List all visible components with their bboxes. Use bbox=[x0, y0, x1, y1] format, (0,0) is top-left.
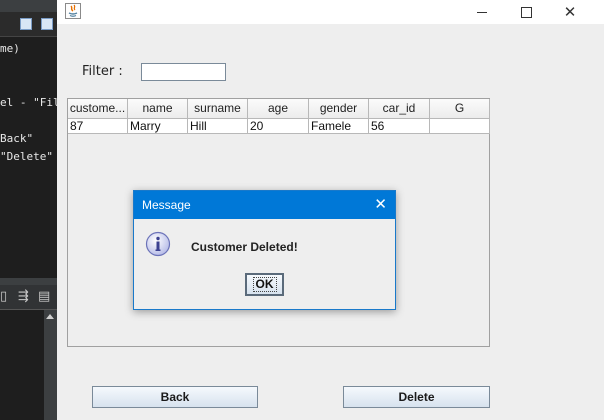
table-cell[interactable]: 20 bbox=[248, 119, 309, 134]
minimize-icon bbox=[477, 11, 487, 13]
column-header[interactable]: custome... bbox=[68, 99, 128, 119]
table-cell[interactable]: 87 bbox=[68, 119, 128, 134]
column-header[interactable]: surname bbox=[188, 99, 248, 119]
code-line: me) bbox=[0, 42, 20, 55]
close-icon: ✕ bbox=[563, 3, 577, 21]
panel-icon[interactable]: ▯ bbox=[0, 289, 7, 305]
title-bar[interactable]: ✕ bbox=[57, 0, 604, 24]
close-button[interactable]: ✕ bbox=[548, 0, 592, 24]
screen: me) el - "Filter : Back" "Delete" ▯ ⇶ ▤ … bbox=[0, 0, 604, 420]
view-icon[interactable]: ▤ bbox=[38, 289, 50, 305]
minimize-button[interactable] bbox=[460, 0, 504, 24]
java-icon bbox=[65, 3, 81, 19]
step-icon[interactable]: ⇶ bbox=[18, 289, 29, 305]
info-icon bbox=[145, 231, 171, 257]
message-dialog: Message ✕ Customer Deleted! OK bbox=[133, 190, 396, 310]
code-line: Back" bbox=[0, 132, 34, 145]
column-header[interactable]: age bbox=[248, 99, 309, 119]
table-cell[interactable]: Hill bbox=[188, 119, 248, 134]
scroll-up-icon[interactable] bbox=[46, 314, 54, 319]
table-cell[interactable]: 56 bbox=[369, 119, 430, 134]
delete-button[interactable]: Delete bbox=[343, 386, 490, 408]
table-cell[interactable]: Famele bbox=[309, 119, 369, 134]
ide-bottom-toolbar: ▯ ⇶ ▤ bbox=[0, 285, 57, 310]
code-line: "Delete" bbox=[0, 150, 53, 163]
dialog-title-bar[interactable]: Message ✕ bbox=[134, 191, 395, 219]
ide-menubar bbox=[0, 0, 57, 12]
code-line: el - "Filter : bbox=[0, 96, 57, 109]
column-header[interactable]: name bbox=[128, 99, 188, 119]
table-cell[interactable] bbox=[430, 119, 490, 134]
collapse-icon[interactable] bbox=[41, 18, 53, 30]
ok-button[interactable]: OK bbox=[245, 273, 284, 296]
ide-background: me) el - "Filter : Back" "Delete" ▯ ⇶ ▤ bbox=[0, 0, 57, 420]
filter-input[interactable] bbox=[141, 63, 226, 81]
column-header[interactable]: car_id bbox=[369, 99, 430, 119]
maximize-icon bbox=[520, 6, 532, 18]
dialog-title: Message bbox=[142, 198, 191, 212]
back-button[interactable]: Back bbox=[92, 386, 258, 408]
dialog-message: Customer Deleted! bbox=[191, 240, 298, 254]
maximize-button[interactable] bbox=[504, 0, 548, 24]
table-header: custome... name surname age gender car_i… bbox=[68, 99, 490, 119]
ide-toolbar bbox=[0, 12, 57, 37]
column-header[interactable]: gender bbox=[309, 99, 369, 119]
ide-splitter[interactable] bbox=[0, 278, 57, 285]
dialog-close-icon[interactable]: ✕ bbox=[374, 195, 387, 213]
table-row[interactable]: 87 Marry Hill 20 Famele 56 bbox=[68, 119, 490, 134]
filter-label: Filter : bbox=[82, 64, 123, 79]
column-header[interactable]: G bbox=[430, 99, 490, 119]
expand-icon[interactable] bbox=[20, 18, 32, 30]
ok-button-label: OK bbox=[252, 277, 277, 292]
ide-scrollbar[interactable] bbox=[44, 310, 57, 420]
table-cell[interactable]: Marry bbox=[128, 119, 188, 134]
